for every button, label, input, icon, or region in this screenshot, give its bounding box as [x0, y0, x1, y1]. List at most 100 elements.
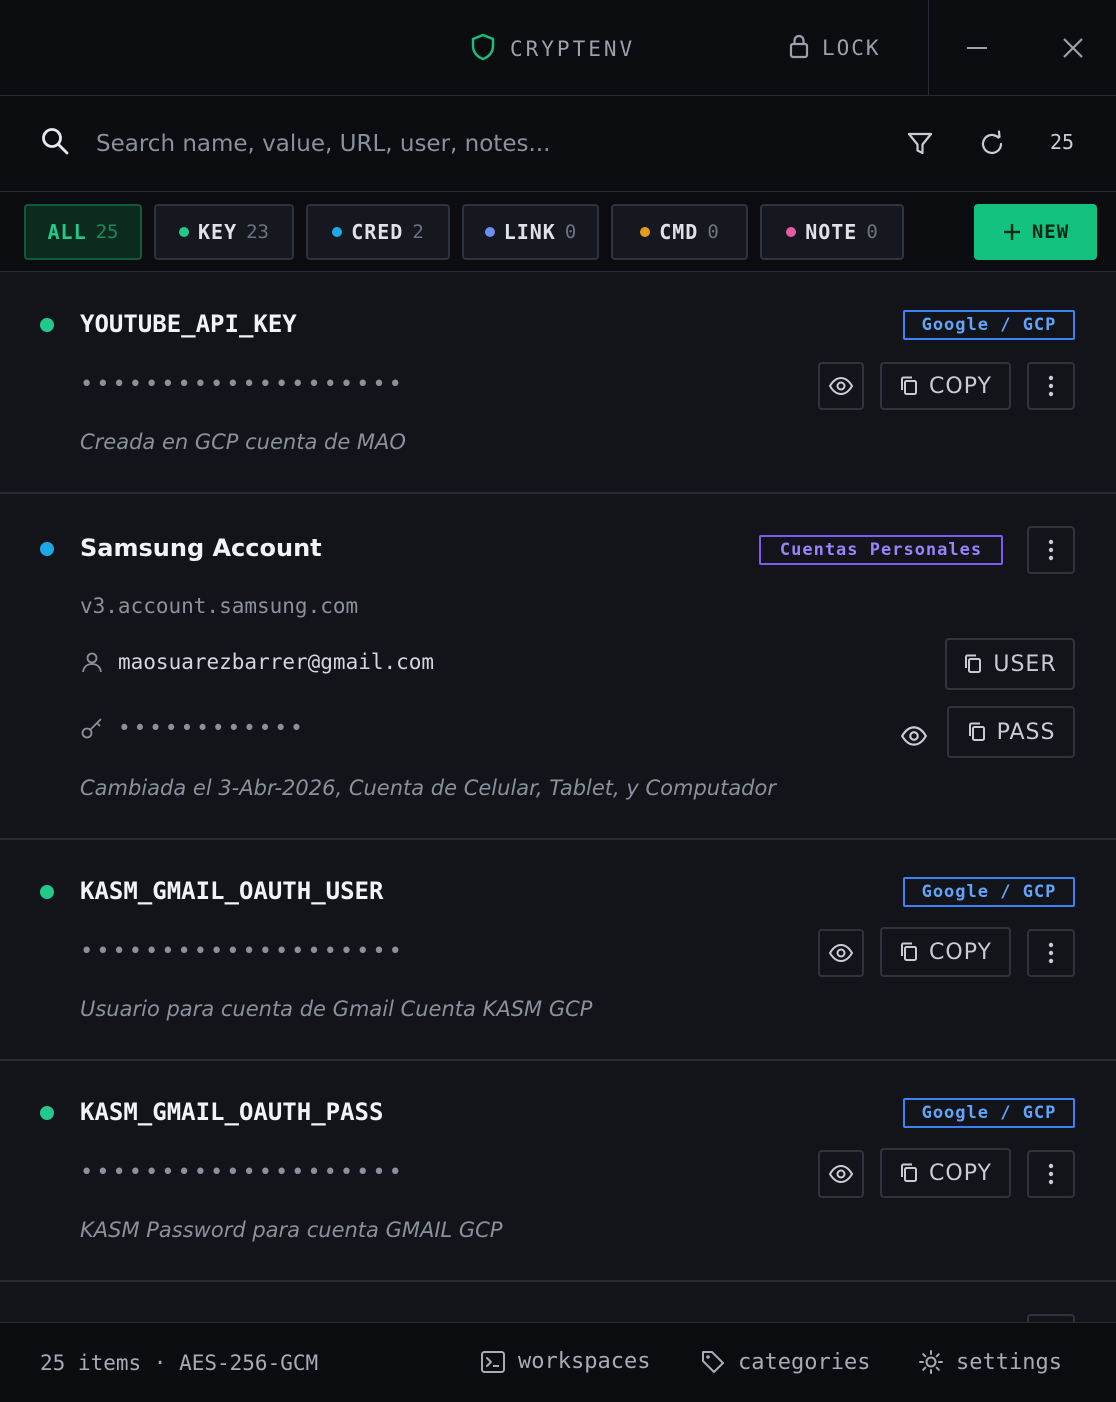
- type-dot: [40, 318, 54, 332]
- more-options-button[interactable]: [1027, 1314, 1075, 1322]
- eye-icon: [900, 726, 928, 746]
- tab-all[interactable]: ALL 25: [24, 204, 142, 260]
- more-vertical-icon: [1048, 539, 1054, 561]
- copy-label: COPY: [929, 373, 992, 399]
- entry-url[interactable]: v3.account.samsung.com: [80, 594, 358, 618]
- entry-name: YOUTUBE_API_KEY: [80, 310, 297, 338]
- username-value: maosuarezbarrer@gmail.com: [118, 650, 435, 674]
- link-type-dot: [484, 227, 495, 237]
- reveal-button[interactable]: [818, 362, 864, 410]
- more-options-button[interactable]: [1027, 362, 1075, 410]
- entries-list: YOUTUBE_API_KEY Google / GCP •••••••••••…: [0, 272, 1116, 1322]
- refresh-icon[interactable]: [976, 128, 1008, 164]
- search-bar: [0, 96, 1116, 192]
- tab-key[interactable]: KEY 23: [154, 204, 294, 260]
- categories-link[interactable]: categories: [700, 1349, 870, 1375]
- tab-label: ALL: [47, 220, 87, 244]
- username-row: maosuarezbarrer@gmail.com: [80, 650, 434, 674]
- tab-count: 0: [707, 221, 719, 243]
- tab-count: 2: [412, 221, 424, 243]
- masked-value: ••••••••••••••••••••: [80, 939, 405, 964]
- workspaces-link[interactable]: workspaces: [480, 1349, 650, 1374]
- entry-note: KASM Password para cuenta GMAIL GCP: [80, 1218, 503, 1242]
- entry-card[interactable]: Samsung Account Cuentas Personales v3.ac…: [0, 494, 1116, 840]
- key-type-dot: [178, 227, 189, 237]
- status-footer: 25 items · AES-256-GCM workspaces catego…: [0, 1322, 1116, 1402]
- result-count: 25: [1050, 130, 1075, 154]
- copy-icon: [965, 654, 982, 673]
- eye-icon: [828, 376, 854, 396]
- type-dot: [40, 1106, 54, 1120]
- eye-icon: [828, 1164, 854, 1184]
- copy-button[interactable]: COPY: [880, 1148, 1011, 1198]
- close-button[interactable]: [1053, 28, 1093, 68]
- reveal-button[interactable]: [818, 929, 864, 977]
- settings-label: settings: [956, 1349, 1062, 1375]
- reveal-password-icon[interactable]: [900, 722, 928, 754]
- copy-user-label: USER: [993, 651, 1057, 677]
- category-badge[interactable]: Google / GCP: [903, 310, 1075, 340]
- entry-note: Usuario para cuenta de Gmail Cuenta KASM…: [80, 997, 593, 1021]
- tab-note[interactable]: NOTE 0: [760, 204, 904, 260]
- entry-card-partial[interactable]: [0, 1282, 1116, 1322]
- more-options-button[interactable]: [1027, 526, 1075, 574]
- category-badge[interactable]: Cuentas Personales: [759, 535, 1003, 565]
- entry-note: Cambiada el 3-Abr-2026, Cuenta de Celula…: [80, 776, 776, 800]
- masked-value: ••••••••••••••••••••: [80, 372, 405, 397]
- copy-pass-label: PASS: [996, 719, 1056, 745]
- entry-note: Creada en GCP cuenta de MAO: [80, 430, 406, 454]
- entry-card[interactable]: KASM_GMAIL_OAUTH_USER Google / GCP •••••…: [0, 840, 1116, 1061]
- tab-link[interactable]: LINK 0: [462, 204, 599, 260]
- tab-cred[interactable]: CRED 2: [306, 204, 450, 260]
- category-badge[interactable]: Google / GCP: [903, 877, 1075, 907]
- copy-label: COPY: [929, 939, 992, 965]
- more-vertical-icon: [1048, 942, 1054, 964]
- copy-pass-button[interactable]: PASS: [947, 706, 1075, 758]
- user-icon: [82, 652, 102, 673]
- copy-user-button[interactable]: USER: [945, 638, 1075, 690]
- entry-name: Samsung Account: [80, 534, 322, 562]
- minimize-button[interactable]: [957, 28, 997, 68]
- tab-label: KEY: [197, 220, 238, 244]
- tab-label: CRED: [351, 220, 404, 244]
- reveal-button[interactable]: [818, 1150, 864, 1198]
- copy-button[interactable]: COPY: [880, 362, 1011, 410]
- masked-value: ••••••••••••••••••••: [80, 1160, 405, 1185]
- search-input[interactable]: [96, 124, 856, 164]
- tag-icon: [702, 1351, 724, 1373]
- tab-label: CMD: [659, 220, 699, 244]
- new-button-label: NEW: [1031, 221, 1070, 243]
- terminal-icon: [481, 1350, 505, 1373]
- copy-icon: [901, 376, 918, 395]
- tab-cmd[interactable]: CMD 0: [611, 204, 748, 260]
- type-dot: [40, 885, 54, 899]
- copy-icon: [968, 722, 985, 741]
- more-options-button[interactable]: [1027, 1150, 1075, 1198]
- type-dot: [40, 542, 54, 556]
- more-options-button[interactable]: [1027, 929, 1075, 977]
- workspaces-label: workspaces: [518, 1349, 651, 1374]
- shield-icon: [470, 33, 496, 65]
- tab-label: LINK: [503, 220, 556, 244]
- tab-count: 23: [246, 221, 269, 243]
- app-brand: CRYPTENV: [470, 32, 635, 66]
- copy-icon: [901, 1163, 918, 1182]
- new-entry-button[interactable]: NEW: [974, 204, 1097, 260]
- settings-link[interactable]: settings: [918, 1349, 1062, 1375]
- settings-icon: [919, 1350, 943, 1374]
- entry-card[interactable]: YOUTUBE_API_KEY Google / GCP •••••••••••…: [0, 272, 1116, 494]
- cred-type-dot: [332, 227, 343, 237]
- search-icon: [40, 126, 70, 160]
- copy-button[interactable]: COPY: [880, 927, 1011, 977]
- footer-status: 25 items · AES-256-GCM: [40, 1351, 319, 1375]
- close-icon: [1063, 38, 1083, 58]
- filter-icon[interactable]: [904, 128, 936, 164]
- lock-button[interactable]: LOCK: [788, 30, 881, 66]
- eye-icon: [828, 943, 854, 963]
- title-bar: CRYPTENV LOCK: [0, 0, 1116, 96]
- entry-name: KASM_GMAIL_OAUTH_USER: [80, 877, 384, 905]
- tab-label: NOTE: [805, 220, 858, 244]
- category-badge[interactable]: Google / GCP: [903, 1098, 1075, 1128]
- tab-count: 0: [866, 221, 878, 243]
- entry-card[interactable]: KASM_GMAIL_OAUTH_PASS Google / GCP •••••…: [0, 1061, 1116, 1282]
